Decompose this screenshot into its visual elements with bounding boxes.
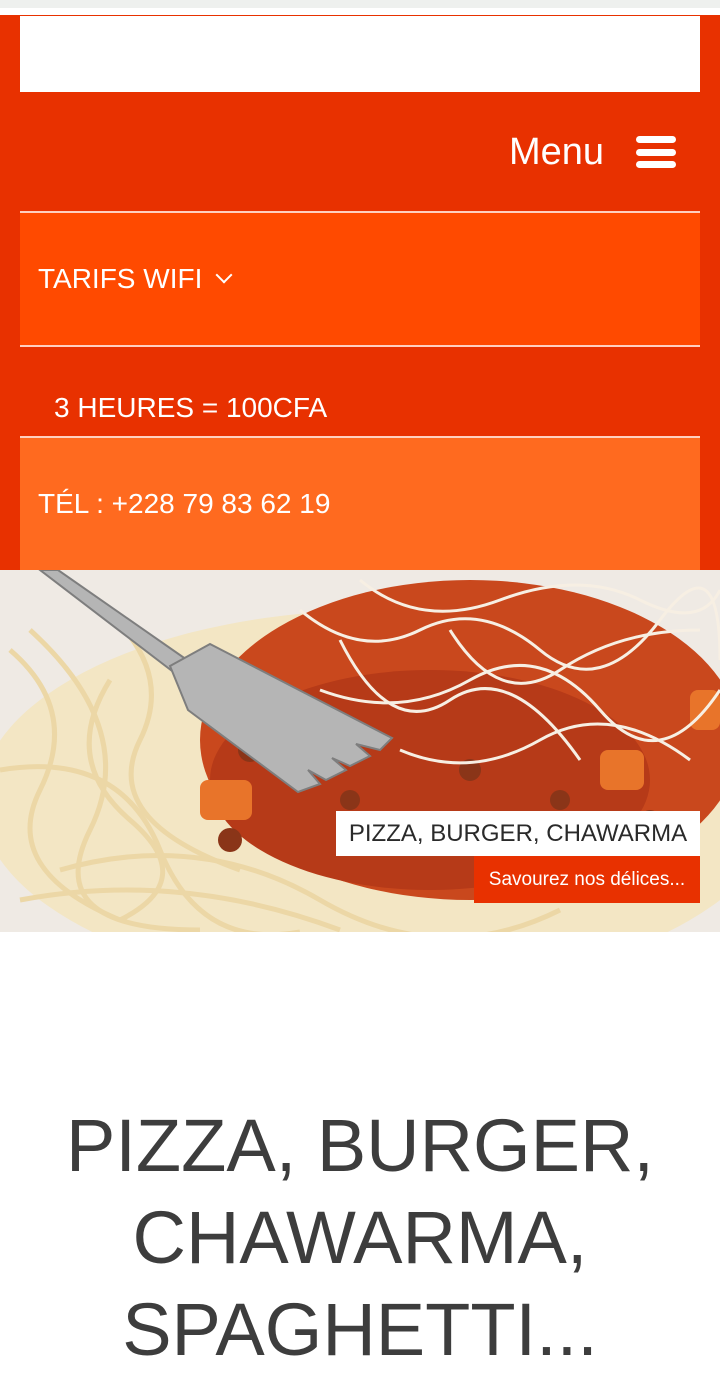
nav-item-label: TÉL : +228 79 83 62 19 (38, 488, 331, 519)
logo-area[interactable] (20, 16, 700, 92)
page-heading-line-2: CHAWARMA, (132, 1196, 588, 1279)
browser-top-strip (0, 0, 720, 8)
hamburger-icon (636, 136, 676, 168)
page-heading-line-3: SPAGHETTI... (122, 1288, 598, 1371)
menu-toggle-button[interactable]: Menu (509, 128, 676, 176)
chevron-down-icon (215, 266, 233, 284)
page-heading: PIZZA, BURGER, CHAWARMA, SPAGHETTI... (0, 1100, 720, 1376)
nav-subitem-wifi-rate[interactable]: 3 HEURES = 100CFA (20, 380, 700, 436)
nav-item-label: TARIFS WIFI (38, 263, 203, 294)
page-heading-line-1: PIZZA, BURGER, (66, 1104, 654, 1187)
slide-cta-button[interactable]: Savourez nos délices... (474, 856, 700, 903)
nav-subitem-label: 3 HEURES = 100CFA (54, 392, 328, 423)
nav-item-phone[interactable]: TÉL : +228 79 83 62 19 (20, 436, 700, 570)
slide-caption-title: PIZZA, BURGER, CHAWARMA (336, 811, 700, 856)
nav-item-tarifs-wifi[interactable]: TARIFS WIFI (20, 211, 700, 347)
menu-label: Menu (508, 130, 604, 173)
